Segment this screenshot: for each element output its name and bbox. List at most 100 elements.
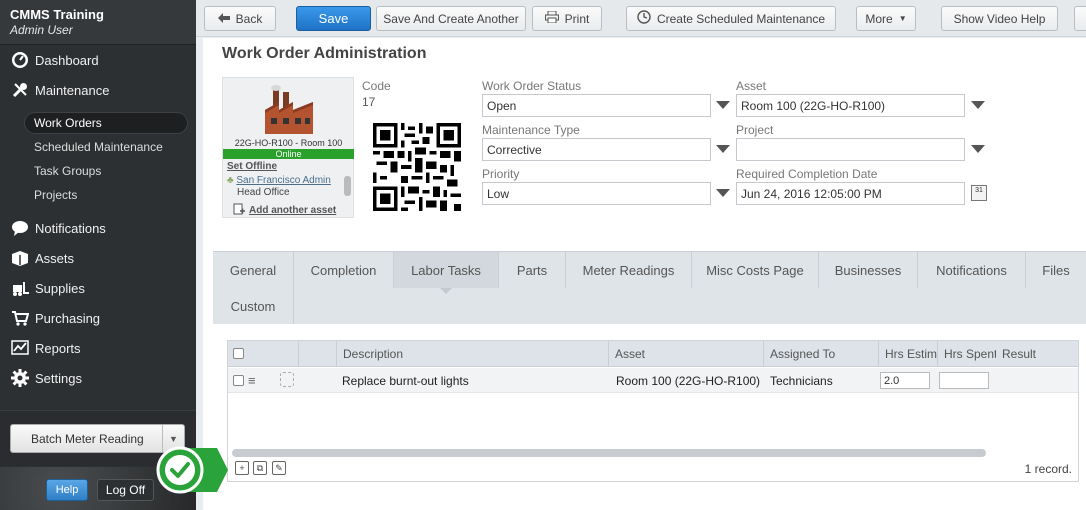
sidebar-item-notifications[interactable]: Notifications xyxy=(0,215,196,241)
help-button[interactable]: Help xyxy=(46,479,88,501)
app-name: CMMS Training xyxy=(10,7,104,22)
grid-header-spacer xyxy=(298,341,328,367)
column-header-result[interactable]: Result xyxy=(996,341,1078,367)
create-scheduled-maintenance-button[interactable]: Create Scheduled Maintenance xyxy=(626,6,836,31)
labor-tasks-grid: Description Asset Assigned To Hrs Estim … xyxy=(227,340,1079,482)
select-all-checkbox[interactable] xyxy=(233,348,244,359)
log-off-button[interactable]: Log Off xyxy=(97,479,154,501)
dropdown-arrow-icon[interactable] xyxy=(971,101,985,109)
sidebar-subitem-work-orders[interactable]: Work Orders xyxy=(24,112,188,134)
sidebar-item-assets[interactable]: Assets xyxy=(0,245,196,271)
add-asset-label: Add another asset xyxy=(249,205,337,216)
tab-files[interactable]: Files xyxy=(1026,252,1086,288)
row-hrs-spent-input[interactable] xyxy=(939,372,989,389)
dropdown-arrow-icon[interactable] xyxy=(716,189,730,197)
horizontal-scrollbar[interactable] xyxy=(232,449,986,457)
sidebar-subitem-projects[interactable]: Projects xyxy=(24,184,188,206)
code-value: 17 xyxy=(362,95,376,109)
save-and-create-another-button[interactable]: Save And Create Another xyxy=(376,6,526,31)
caret-down-icon: ▼ xyxy=(898,14,907,23)
tab-businesses[interactable]: Businesses xyxy=(819,252,918,288)
grid-footer: + ⧉ ✎ 1 record. xyxy=(228,459,1078,481)
column-header-hrs-estimated[interactable]: Hrs Estim xyxy=(878,341,937,367)
tab-parts[interactable]: Parts xyxy=(499,252,566,288)
location-scrollbar[interactable] xyxy=(344,176,351,196)
sidebar-item-reports[interactable]: Reports xyxy=(0,335,196,361)
sidebar-item-label: Supplies xyxy=(35,280,85,296)
maintenance-type-select[interactable]: Corrective xyxy=(482,138,711,161)
sidebar-item-dashboard[interactable]: Dashboard xyxy=(0,47,196,73)
tab-labor-tasks[interactable]: Labor Tasks xyxy=(394,252,499,288)
page-title: Work Order Administration xyxy=(222,45,427,62)
work-order-status-select[interactable]: Open xyxy=(482,94,711,117)
edit-tasks-icon[interactable]: ✎ xyxy=(272,461,286,475)
toolbar-overflow-button[interactable] xyxy=(1074,6,1086,31)
batch-meter-reading-label: Batch Meter Reading xyxy=(31,431,144,446)
show-video-help-button[interactable]: Show Video Help xyxy=(941,6,1058,31)
add-another-asset-link[interactable]: Add another asset xyxy=(233,203,336,218)
dashboard-icon xyxy=(10,51,30,69)
create-scheduled-maintenance-label: Create Scheduled Maintenance xyxy=(656,11,826,26)
tab-misc-costs-page[interactable]: Misc Costs Page xyxy=(692,252,819,288)
add-task-group-icon[interactable]: ⧉ xyxy=(253,461,267,475)
cart-icon xyxy=(10,309,30,327)
tab-custom[interactable]: Custom xyxy=(213,288,294,324)
sidebar-subitem-scheduled-maintenance[interactable]: Scheduled Maintenance xyxy=(24,136,188,158)
sidebar-item-label: Purchasing xyxy=(35,310,101,326)
row-attachment-placeholder[interactable] xyxy=(280,372,294,387)
dropdown-arrow-icon[interactable] xyxy=(971,145,985,153)
set-offline-link[interactable]: Set Offline xyxy=(227,161,277,172)
row-assigned-to: Technicians xyxy=(770,373,833,388)
column-header-asset[interactable]: Asset xyxy=(608,341,763,367)
asset-select[interactable]: Room 100 (22G-HO-R100) xyxy=(736,94,965,117)
sidebar-subitem-label: Work Orders xyxy=(34,116,102,130)
calendar-icon[interactable]: 31 xyxy=(971,185,987,201)
back-button[interactable]: Back xyxy=(204,6,276,31)
more-button[interactable]: More ▼ xyxy=(856,6,916,31)
sidebar-item-purchasing[interactable]: Purchasing xyxy=(0,305,196,331)
sidebar-item-label: Settings xyxy=(35,370,82,386)
dropdown-arrow-icon[interactable] xyxy=(716,145,730,153)
column-header-description[interactable]: Description xyxy=(336,341,608,367)
column-header-assigned-to[interactable]: Assigned To xyxy=(763,341,878,367)
location-name: Head Office xyxy=(237,187,290,198)
toolbar: Back Save Save And Create Another Print … xyxy=(196,0,1086,37)
save-button[interactable]: Save xyxy=(296,6,371,31)
add-asset-icon xyxy=(233,203,245,218)
row-description: Replace burnt-out lights xyxy=(342,373,469,388)
grid-header: Description Asset Assigned To Hrs Estim … xyxy=(228,341,1078,367)
record-count: 1 record. xyxy=(1024,462,1072,476)
tab-completion[interactable]: Completion xyxy=(294,252,394,288)
print-button[interactable]: Print xyxy=(532,6,602,31)
location-item[interactable]: Head Office xyxy=(227,187,347,199)
column-header-hrs-spent[interactable]: Hrs Spent xyxy=(937,341,996,367)
tab-notifications[interactable]: Notifications xyxy=(918,252,1026,288)
chat-bubble-icon xyxy=(10,219,30,237)
tabs-bar: General Completion Labor Tasks Parts Met… xyxy=(213,251,1086,324)
sidebar-item-supplies[interactable]: Supplies xyxy=(0,275,196,301)
priority-select[interactable]: Low xyxy=(482,182,711,205)
row-checkbox[interactable] xyxy=(233,375,244,386)
gear-icon xyxy=(10,369,30,387)
sidebar-item-settings[interactable]: Settings xyxy=(0,365,196,391)
sidebar-subitem-task-groups[interactable]: Task Groups xyxy=(24,160,188,182)
factory-icon xyxy=(265,85,313,134)
add-task-icon[interactable]: + xyxy=(235,461,249,475)
sidebar-subitem-label: Task Groups xyxy=(34,164,102,178)
project-select[interactable] xyxy=(736,138,965,161)
table-row[interactable]: ≡ Replace burnt-out lights Room 100 (22G… xyxy=(228,368,1078,393)
tab-meter-readings[interactable]: Meter Readings xyxy=(566,252,692,288)
drag-handle-icon[interactable]: ≡ xyxy=(248,368,256,393)
row-hrs-estimated-input[interactable]: 2.0 xyxy=(880,372,930,389)
location-item[interactable]: ♣ San Francisco Admin xyxy=(227,175,347,187)
back-label: Back xyxy=(235,11,263,26)
asset-label: Asset xyxy=(736,79,767,93)
sidebar-item-label: Reports xyxy=(35,340,81,356)
required-completion-date-input[interactable]: Jun 24, 2016 12:05:00 PM xyxy=(736,182,965,205)
dropdown-arrow-icon[interactable] xyxy=(716,101,730,109)
boxes-icon xyxy=(10,249,30,267)
active-tab-pointer xyxy=(440,288,452,294)
sidebar-item-maintenance[interactable]: Maintenance xyxy=(0,77,196,103)
asset-code: 22G-HO-R100 - Room 100 xyxy=(234,138,343,148)
tab-general[interactable]: General xyxy=(213,252,294,288)
